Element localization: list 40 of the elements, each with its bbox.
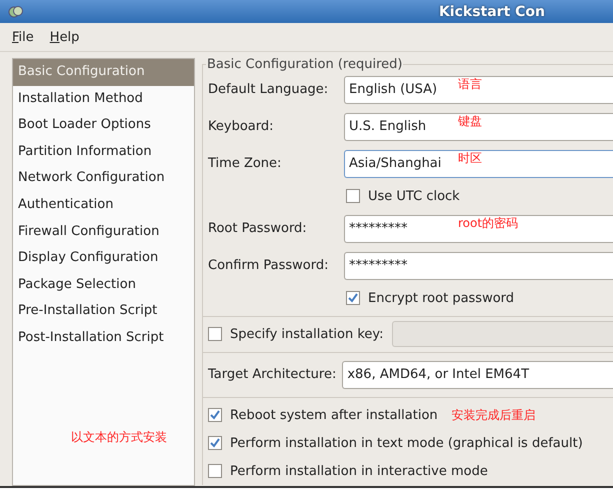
field-label: Time Zone:: [208, 156, 282, 171]
annotation-text: 键盘: [458, 113, 482, 130]
field-label: Root Password:: [208, 221, 308, 236]
checkbox-label: Specify installation key:: [230, 326, 384, 342]
sidebar-item[interactable]: Post-Installation Script: [13, 324, 194, 352]
sidebar-item[interactable]: Firewall Configuration: [13, 218, 194, 246]
sidebar-item[interactable]: Display Configuration: [13, 245, 194, 272]
field-label: Target Architecture:: [208, 367, 336, 382]
annotation-text: 安装完成后重启: [452, 406, 536, 424]
input-field[interactable]: *********: [344, 252, 613, 280]
sidebar-item[interactable]: Partition Information: [13, 138, 194, 166]
window-title: Kickstart Con: [438, 4, 546, 20]
checkbox-label: Perform installation in interactive mode: [230, 464, 488, 478]
field-label: Keyboard:: [208, 119, 274, 134]
checkbox-label: Use UTC clock: [368, 188, 460, 204]
sidebar-item[interactable]: Boot Loader Options: [13, 112, 194, 139]
checkbox[interactable]: [208, 464, 222, 478]
annotation-text: 以文本的方式安装: [71, 429, 167, 446]
input-field[interactable]: x86, AMD64, or Intel EM64T: [342, 360, 613, 388]
field-label: Default Language:: [208, 82, 330, 97]
sidebar-item[interactable]: Installation Method: [13, 86, 194, 112]
sidebar-item[interactable]: Package Selection: [13, 272, 194, 298]
field-label: Confirm Password:: [208, 258, 330, 273]
annotation-text: root的密码: [458, 215, 518, 232]
checkbox-label: Reboot system after installation: [230, 408, 438, 422]
checkbox-label: Encrypt root password: [368, 290, 514, 306]
checkbox[interactable]: [208, 436, 222, 450]
menu-item[interactable]: File: [12, 30, 34, 44]
checkbox-label: Perform installation in text mode (graphical is default): [230, 436, 583, 450]
annotation-text: 语言: [458, 76, 482, 93]
menu-item[interactable]: Help: [50, 30, 80, 44]
app-icon: [8, 4, 24, 20]
sidebar-item[interactable]: Network Configuration: [13, 165, 194, 192]
annotation-text: 时区: [458, 150, 482, 167]
sidebar-item[interactable]: Authentication: [13, 192, 194, 219]
group-title: Basic Configuration (required): [206, 57, 404, 72]
sidebar-item[interactable]: Pre-Installation Script: [13, 298, 194, 325]
checkbox[interactable]: [208, 408, 222, 422]
checkbox[interactable]: [346, 189, 360, 203]
checkbox[interactable]: [346, 291, 360, 305]
